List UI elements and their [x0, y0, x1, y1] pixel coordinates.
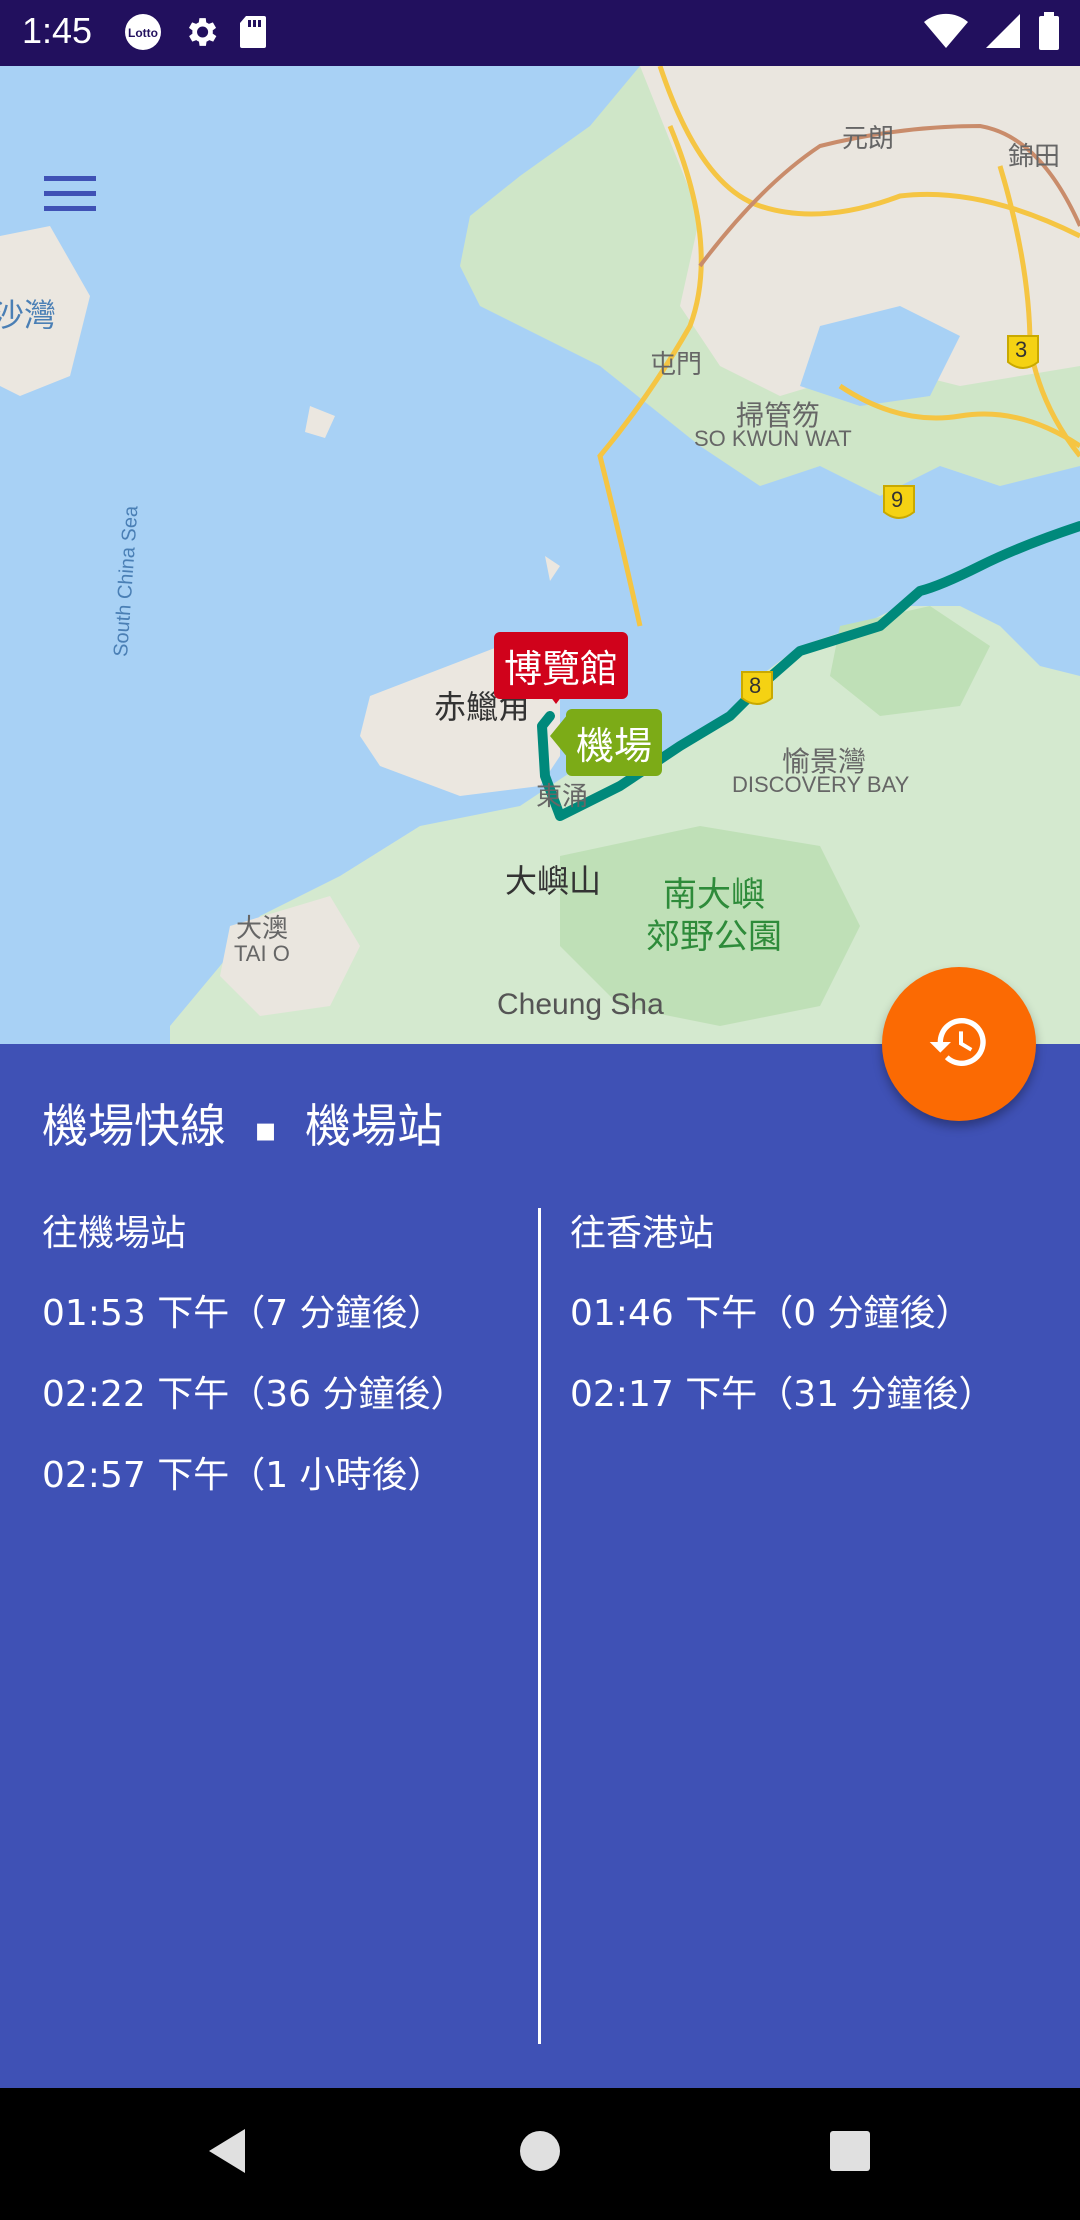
gear-icon — [182, 13, 220, 55]
sd-card-icon — [238, 14, 268, 54]
departure-time: 01:53 下午（7 分鐘後） — [42, 1293, 444, 1334]
map-label-tung-chung: 東涌 — [536, 781, 589, 811]
map-view[interactable]: 3 9 8 元朗 錦田 屯門 掃管笏 SO KWUN WAT 沙灣 South … — [0, 66, 1080, 1044]
to-airport-column: 往機場站 01:53 下午（7 分鐘後） 02:22 下午（36 分鐘後） 02… — [42, 1204, 522, 1527]
to-airport-header: 往機場站 — [42, 1213, 187, 1254]
recents-button[interactable] — [815, 2118, 885, 2188]
marker-airport[interactable]: 機場 — [566, 709, 663, 776]
route-shield-8-label: 8 — [749, 673, 762, 698]
map-label-yuen-long: 元朗 — [842, 123, 895, 153]
cell-signal-icon — [984, 12, 1022, 54]
map-label-cheung-sha: Cheung Sha — [497, 988, 664, 1021]
back-button[interactable] — [192, 2118, 262, 2188]
to-hong-kong-column: 往香港站 01:46 下午（0 分鐘後） 02:17 下午（31 分鐘後） — [570, 1204, 1050, 1446]
title-separator: ▪ — [254, 1109, 278, 1150]
navigation-bar — [0, 2088, 1080, 2220]
map-label-park-line2: 郊野公園 — [646, 918, 782, 956]
map-label-tai-o-en: TAI O — [234, 941, 290, 966]
lotto-icon: Lotto — [122, 12, 164, 56]
home-icon — [518, 2129, 562, 2177]
map-label-tuen-mun: 屯門 — [650, 349, 703, 379]
menu-button[interactable] — [44, 174, 108, 238]
map-label-kam-tin: 錦田 — [1008, 141, 1061, 171]
status-bar: 1:45 Lotto — [0, 0, 1080, 66]
station-panel: 機場快線 ▪ 機場站 往機場站 01:53 下午（7 分鐘後） 02:22 下午（3… — [0, 1044, 1080, 2088]
departure-time: 02:22 下午（36 分鐘後） — [42, 1374, 467, 1415]
back-icon — [205, 2127, 249, 2179]
map-label-park-line1: 南大嶼 — [663, 876, 765, 914]
departure-time: 02:57 下午（1 小時後） — [42, 1455, 444, 1496]
battery-icon — [1038, 12, 1060, 54]
column-divider — [538, 1208, 541, 2044]
wifi-icon — [924, 12, 968, 54]
map-label-sha-wan: 沙灣 — [0, 297, 57, 333]
recents-icon — [829, 2130, 871, 2176]
map-label-discovery-bay-en: DISCOVERY BAY — [732, 772, 910, 797]
line-name: 機場快線 — [42, 1099, 226, 1153]
panel-title: 機場快線 ▪ 機場站 — [42, 1090, 443, 1156]
departure-time: 01:46 下午（0 分鐘後） — [570, 1293, 972, 1334]
map-label-lantau: 大嶼山 — [505, 863, 602, 899]
departure-time: 02:17 下午（31 分鐘後） — [570, 1374, 995, 1415]
station-name: 機場站 — [305, 1099, 444, 1153]
map-label-tai-o-zh: 大澳 — [236, 913, 289, 943]
map-label-country-park: 南大嶼 郊野公園 — [646, 874, 782, 958]
route-shield-9-label: 9 — [891, 487, 904, 512]
home-button[interactable] — [505, 2118, 575, 2188]
history-icon — [927, 1010, 991, 1078]
history-button[interactable] — [882, 967, 1036, 1121]
to-hong-kong-header: 往香港站 — [570, 1213, 715, 1254]
marker-asiaworld-expo-pointer — [544, 688, 568, 704]
route-shield-3-label: 3 — [1015, 337, 1028, 362]
status-time: 1:45 — [22, 10, 93, 51]
svg-text:Lotto: Lotto — [128, 26, 158, 40]
map-label-so-kwun-wat-en: SO KWUN WAT — [694, 426, 852, 451]
